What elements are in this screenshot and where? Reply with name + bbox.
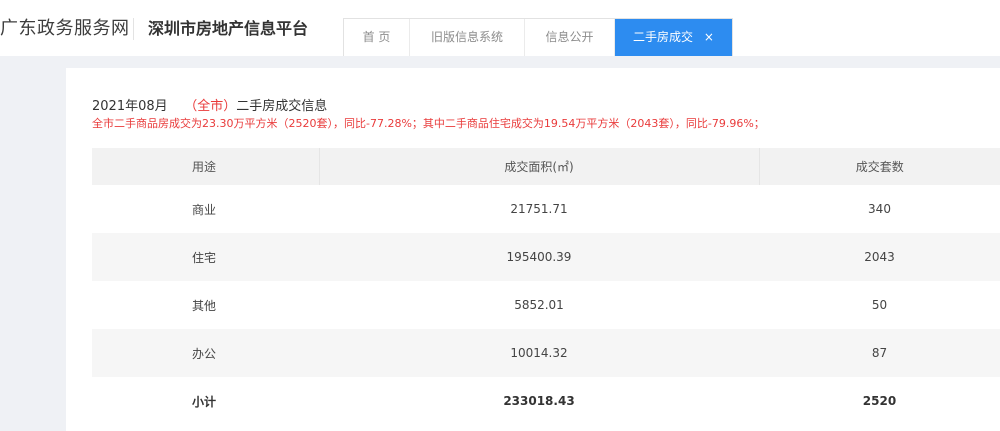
close-icon[interactable]: × bbox=[704, 30, 714, 44]
cell-use: 住宅 bbox=[92, 233, 319, 281]
tab-home[interactable]: 首 页 bbox=[344, 19, 410, 56]
gov-service-logo[interactable]: 广东政务服务网 bbox=[0, 14, 130, 40]
tab-info-disclosure[interactable]: 信息公开 bbox=[525, 19, 615, 56]
transactions-table: 用途 成交面积(㎡) 成交套数 商业 21751.71 340 住宅 19540… bbox=[92, 148, 1000, 425]
table-row: 办公 10014.32 87 bbox=[92, 329, 1000, 377]
table-row: 住宅 195400.39 2043 bbox=[92, 233, 1000, 281]
cell-count: 50 bbox=[871, 298, 888, 312]
tab-home-label: 首 页 bbox=[362, 30, 391, 44]
tab-second-hand-deals[interactable]: 二手房成交 × bbox=[615, 19, 732, 56]
header-area: 成交面积(㎡) bbox=[319, 148, 760, 185]
table-total-row: 小计 233018.43 2520 bbox=[92, 377, 1000, 425]
cell-count: 340 bbox=[868, 202, 891, 216]
top-bar: 广东政务服务网 深圳市房地产信息平台 首 页 旧版信息系统 信息公开 二手房成交… bbox=[0, 0, 1000, 56]
region-open: （ bbox=[184, 99, 198, 114]
total-label: 小计 bbox=[192, 394, 217, 409]
header-count: 成交套数 bbox=[759, 148, 1000, 185]
cell-area: 195400.39 bbox=[319, 233, 759, 281]
report-heading: 2021年08月 （全市）二手房成交信息 bbox=[92, 95, 327, 114]
header-use: 用途 bbox=[92, 148, 320, 185]
tab-second-hand-deals-label: 二手房成交 bbox=[633, 30, 694, 44]
tab-old-system[interactable]: 旧版信息系统 bbox=[410, 19, 525, 56]
cell-use: 其他 bbox=[192, 298, 217, 313]
content-panel: 2021年08月 （全市）二手房成交信息 全市二手商品房成交为23.30万平方米… bbox=[66, 68, 1000, 431]
nav-tabs: 首 页 旧版信息系统 信息公开 二手房成交 × bbox=[343, 18, 733, 56]
cell-use: 商业 bbox=[192, 202, 217, 217]
table-header-row: 用途 成交面积(㎡) 成交套数 bbox=[92, 148, 1000, 185]
total-area: 233018.43 bbox=[503, 394, 575, 408]
platform-title[interactable]: 深圳市房地产信息平台 bbox=[148, 15, 308, 39]
cell-count: 87 bbox=[759, 329, 1000, 377]
cell-count: 2043 bbox=[759, 233, 1000, 281]
cell-area: 10014.32 bbox=[319, 329, 759, 377]
table-row: 商业 21751.71 340 bbox=[92, 185, 1000, 233]
tab-info-disclosure-label: 信息公开 bbox=[545, 30, 594, 44]
table-row: 其他 5852.01 50 bbox=[92, 281, 1000, 329]
header-divider bbox=[133, 18, 134, 40]
report-summary: 全市二手商品房成交为23.30万平方米（2520套），同比-77.28%；其中二… bbox=[92, 117, 765, 130]
region-selector[interactable]: 全市 bbox=[197, 99, 223, 114]
cell-use: 办公 bbox=[92, 329, 319, 377]
cell-area: 5852.01 bbox=[514, 298, 564, 312]
report-period: 2021年08月 bbox=[92, 99, 168, 114]
tab-old-system-label: 旧版信息系统 bbox=[430, 30, 503, 44]
region-close: ） bbox=[223, 99, 237, 114]
cell-area: 21751.71 bbox=[510, 202, 568, 216]
report-title-suffix: 二手房成交信息 bbox=[236, 99, 328, 114]
total-count: 2520 bbox=[862, 394, 897, 408]
